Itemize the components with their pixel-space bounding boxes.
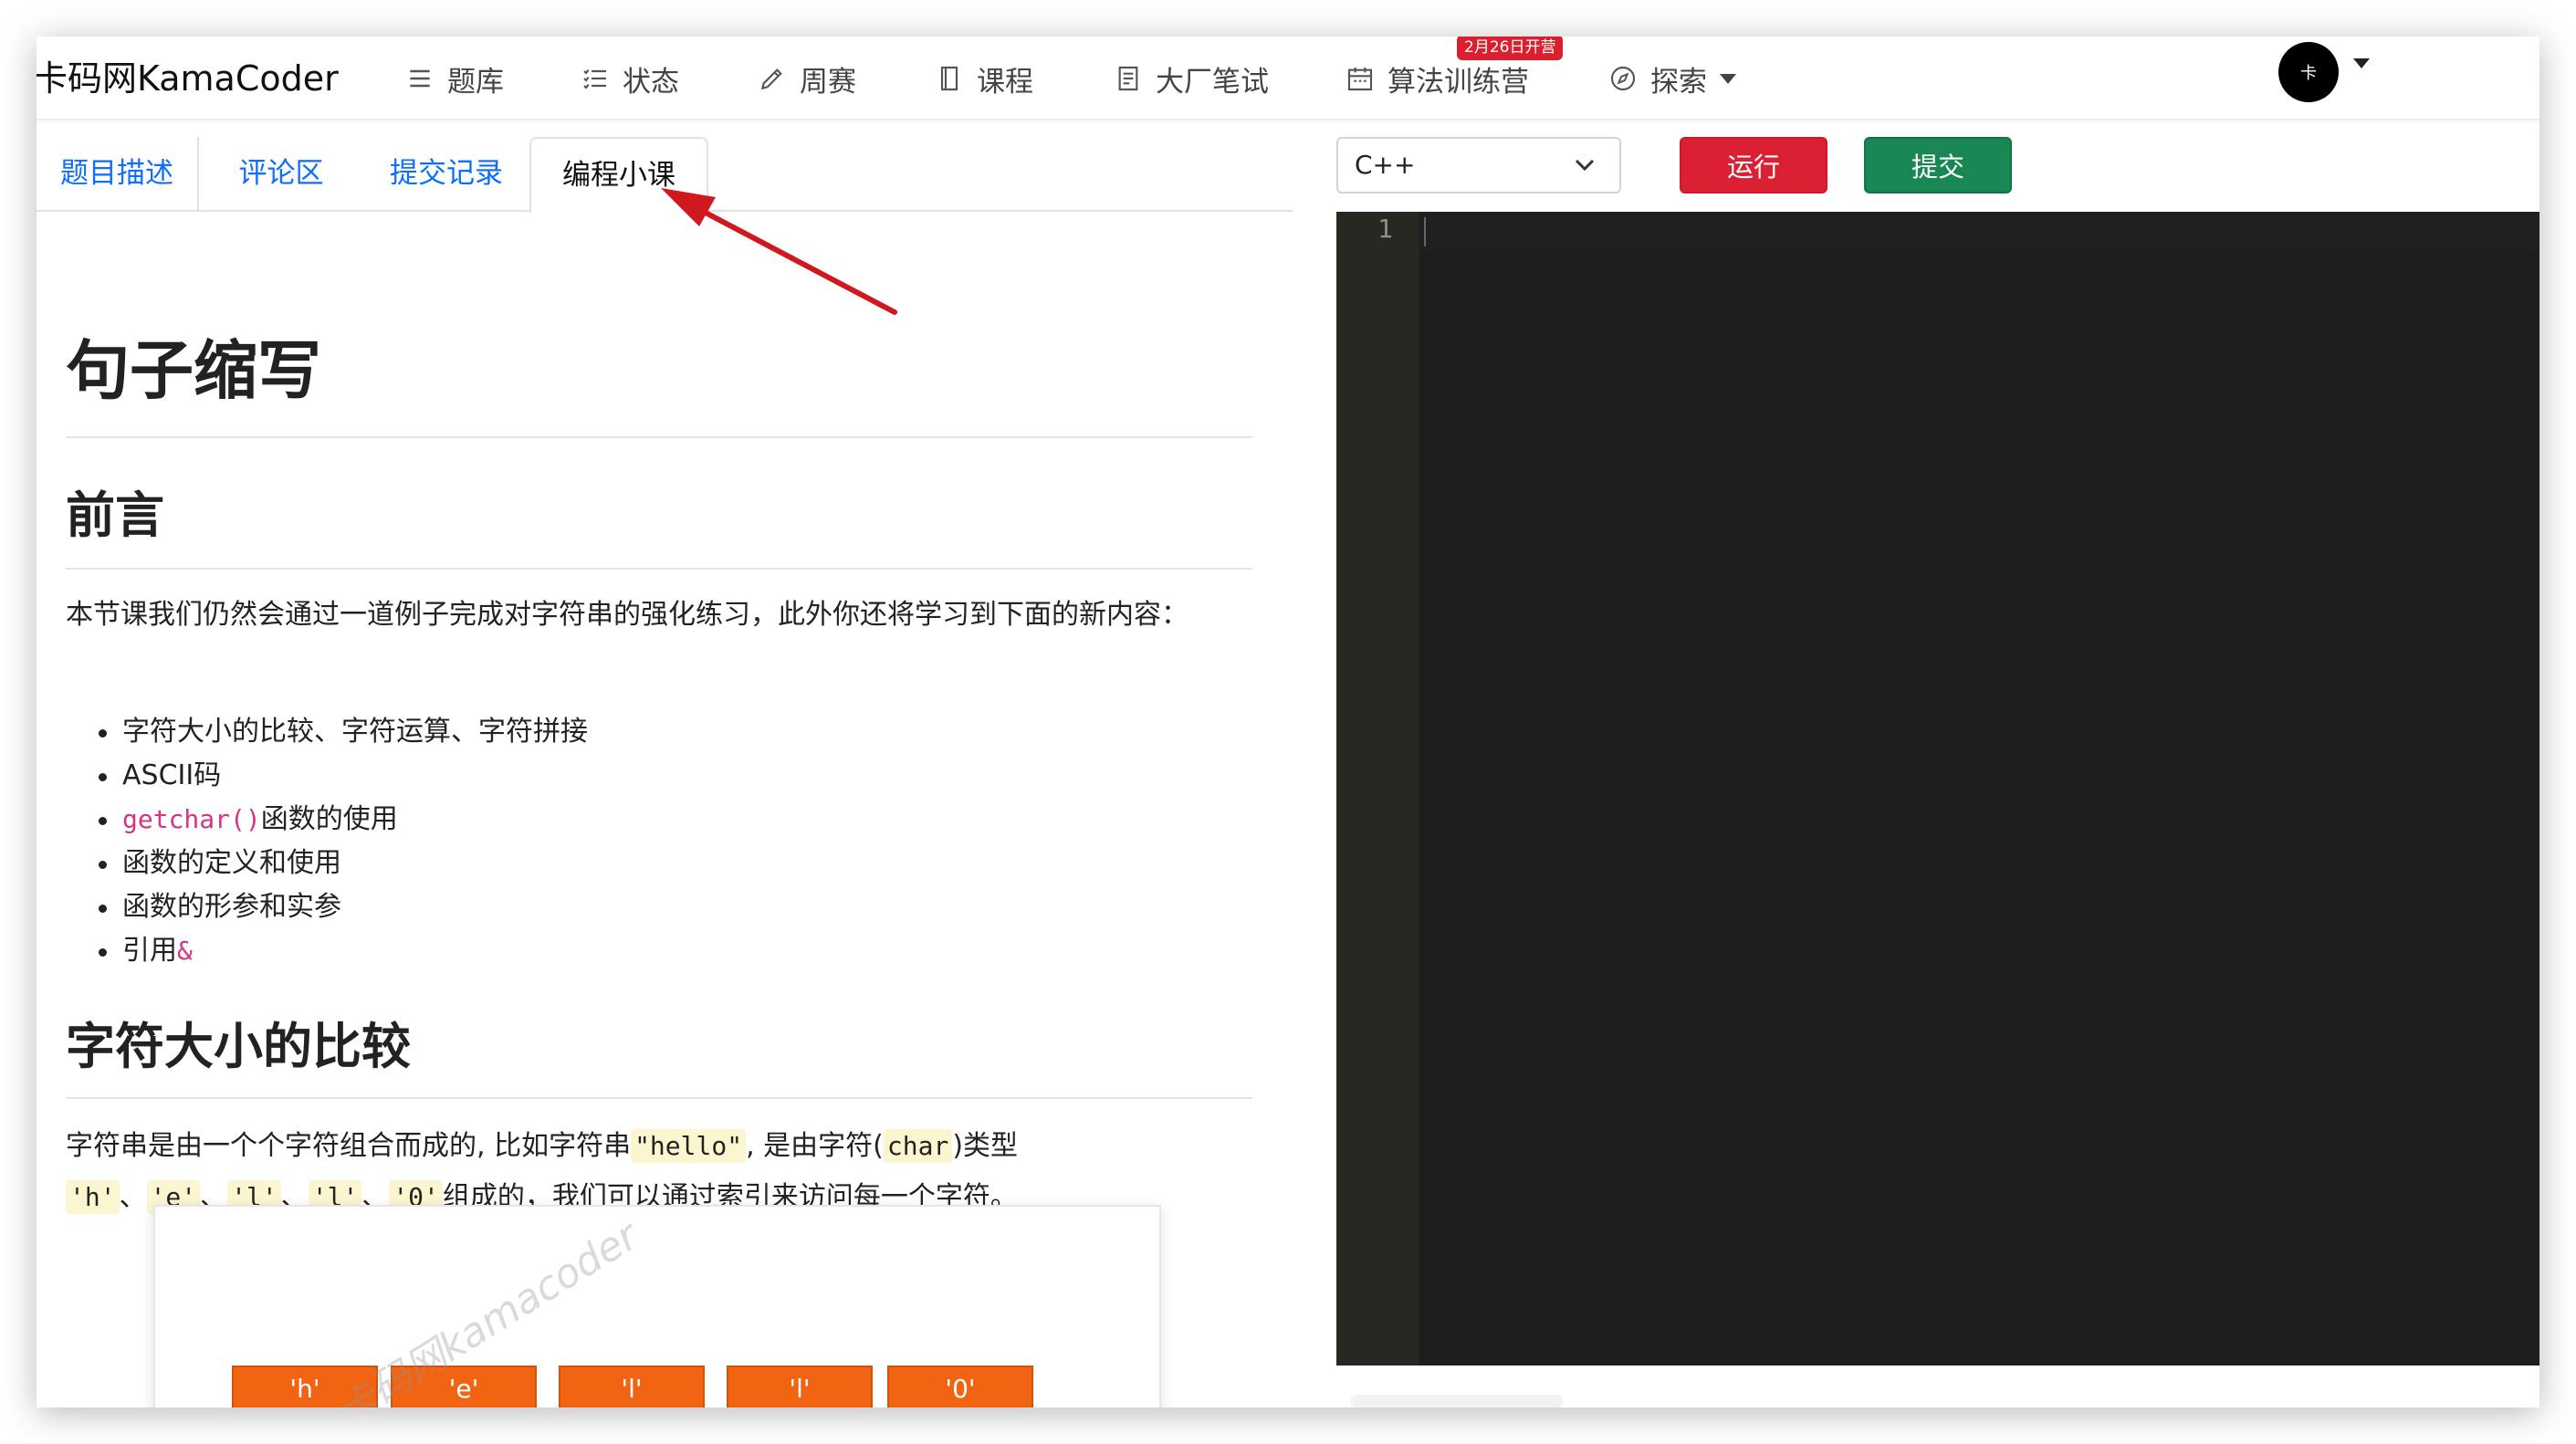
run-button[interactable]: 运行 [1680,137,1827,194]
list-item: 函数的定义和使用 [66,842,588,885]
checklist-icon [583,69,606,89]
section-heading-intro: 前言 [66,487,164,544]
avatar-dropdown-icon[interactable] [2353,58,2370,68]
document-icon [1118,66,1138,91]
top-navbar: 卡码网KamaCoder 题库 状态 周赛 课程 大厂笔试 算法训练营 2月26… [37,37,2539,120]
section-heading-char-compare: 字符大小的比较 [66,1018,411,1075]
nav-item-company-tests[interactable]: 大厂笔试 [1114,37,1269,120]
tab-comments[interactable]: 评论区 [199,137,363,212]
nav-item-status[interactable]: 状态 [581,37,679,120]
nav-item-courses[interactable]: 课程 [935,37,1033,120]
inline-code: getchar() [122,804,261,834]
chevron-down-icon [1575,159,1595,172]
page-title: 句子缩写 [66,333,321,408]
active-line-highlight [1419,212,2539,250]
chevron-down-icon [1720,73,1736,84]
nav-item-problems[interactable]: 题库 [405,37,504,120]
brand-logo[interactable]: 卡码网KamaCoder [37,37,339,120]
divider [66,568,1252,570]
divider [66,436,1252,438]
nav-label: 周赛 [800,65,856,99]
calendar-icon [1347,68,1373,91]
inline-code: & [177,936,193,966]
nav-label: 大厂笔试 [1156,65,1269,99]
nav-label: 状态 [623,65,679,99]
tab-description[interactable]: 题目描述 [37,137,199,212]
avatar[interactable]: 卡 [2278,42,2339,102]
list-item: 函数的形参和实参 [66,885,588,929]
horizontal-scrollbar[interactable] [1351,1395,1563,1407]
nav-label: 题库 [447,65,504,99]
line-gutter: 1 [1336,212,1419,1366]
pencil-icon [760,68,782,90]
compass-icon [1610,66,1636,91]
list-item: getchar()函数的使用 [66,798,588,842]
nav-item-weekly-contest[interactable]: 周赛 [758,37,856,120]
code-editor[interactable]: 1 [1336,212,2539,1366]
nav-label: 课程 [977,65,1033,99]
inline-code: char [883,1129,953,1163]
nav-item-explore[interactable]: 探索 [1608,37,1736,120]
camp-start-badge: 2月26日开营 [1457,37,1564,60]
char-cell: 'l' [727,1366,873,1407]
list-item: 字符大小的比较、字符运算、字符拼接 [66,710,588,754]
nav-label: 探索 [1650,65,1707,99]
topic-list: 字符大小的比较、字符运算、字符拼接 ASCII码 getchar()函数的使用 … [66,710,588,973]
intro-paragraph: 本节课我们仍然会通过一道例子完成对字符串的强化练习，此外你还将学习到下面的新内容… [66,599,1189,631]
language-select[interactable]: C++ [1336,137,1621,194]
problem-tabs: 题目描述 评论区 提交记录 编程小课 [37,137,1293,214]
book-icon [940,66,958,91]
list-item: 引用& [66,929,588,973]
divider [66,1097,1252,1099]
list-item: ASCII码 [66,754,588,798]
tab-submissions[interactable]: 提交记录 [363,137,529,212]
char-cell: '0' [887,1366,1033,1407]
char-cell: 'l' [559,1366,705,1407]
inline-code: 'h' [66,1180,120,1214]
nav-label: 算法训练营 [1387,65,1529,99]
tab-mini-lesson[interactable]: 编程小课 [529,137,708,214]
list-icon [410,69,430,88]
string-diagram: 'h' 'e' 'l' 'l' '0' [153,1205,1161,1407]
browser-window: 卡码网KamaCoder 题库 状态 周赛 课程 大厂笔试 算法训练营 2月26… [37,37,2539,1407]
language-value: C++ [1355,150,1416,180]
text-cursor [1424,217,1426,246]
submit-button[interactable]: 提交 [1864,137,2012,194]
inline-code: "hello" [631,1129,747,1163]
line-number: 1 [1377,214,1393,244]
